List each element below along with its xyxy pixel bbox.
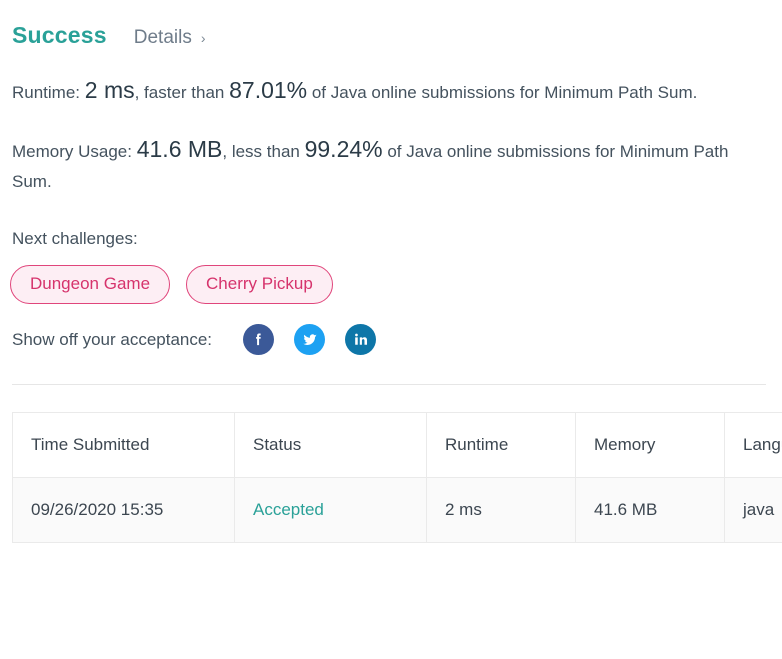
column-header-time-submitted: Time Submitted [12,412,235,478]
twitter-icon[interactable] [294,324,326,355]
linkedin-icon[interactable] [345,324,377,355]
details-link[interactable]: Details › [134,27,206,49]
next-challenges-label: Next challenges: [12,229,138,248]
share-label: Show off your acceptance: [12,329,213,349]
runtime-value: 2 ms [84,77,135,103]
cell-runtime: 2 ms [426,477,576,543]
facebook-icon[interactable] [243,324,275,355]
cell-memory: 41.6 MB [575,477,725,543]
challenge-tag-cherry-pickup[interactable]: Cherry Pickup [186,265,333,304]
submissions-table: Time Submitted Status Runtime Memory Lan… [12,412,782,543]
column-header-language: Language [724,412,782,478]
column-header-runtime: Runtime [426,412,576,478]
social-icons [243,324,396,355]
memory-value: 41.6 MB [136,136,223,162]
cell-time-submitted: 09/26/2020 15:35 [12,477,235,543]
runtime-suffix: of Java online submissions for Minimum P… [307,83,698,102]
runtime-percentile: 87.01% [229,77,308,103]
cell-language: java [724,477,782,543]
runtime-comparator: , faster than [134,83,230,102]
column-header-status: Status [234,412,427,478]
result-header: Success Details › [0,0,782,49]
table-header-row: Time Submitted Status Runtime Memory Lan… [12,412,782,478]
status-link-accepted[interactable]: Accepted [253,500,324,519]
page-title: Success [12,22,107,48]
share-row: Show off your acceptance: [0,324,782,355]
memory-stat: Memory Usage: 41.6 MB, less than 99.24% … [0,134,782,197]
cell-status: Accepted [234,477,427,543]
memory-percentile: 99.24% [304,136,383,162]
section-divider [12,384,766,385]
next-challenges-list: Dungeon Game Cherry Pickup [0,265,782,304]
runtime-stat: Runtime: 2 ms, faster than 87.01% of Jav… [0,75,782,108]
submissions-table-wrapper: Time Submitted Status Runtime Memory Lan… [0,412,782,543]
challenge-tag-dungeon-game[interactable]: Dungeon Game [10,265,171,304]
table-row: 09/26/2020 15:35 Accepted 2 ms 41.6 MB j… [12,477,782,543]
details-link-label: Details [133,27,192,48]
memory-comparator: , less than [222,142,305,161]
memory-label: Memory Usage: [12,142,132,161]
runtime-label: Runtime: [12,83,81,102]
column-header-memory: Memory [575,412,725,478]
chevron-right-icon: › [200,30,206,46]
